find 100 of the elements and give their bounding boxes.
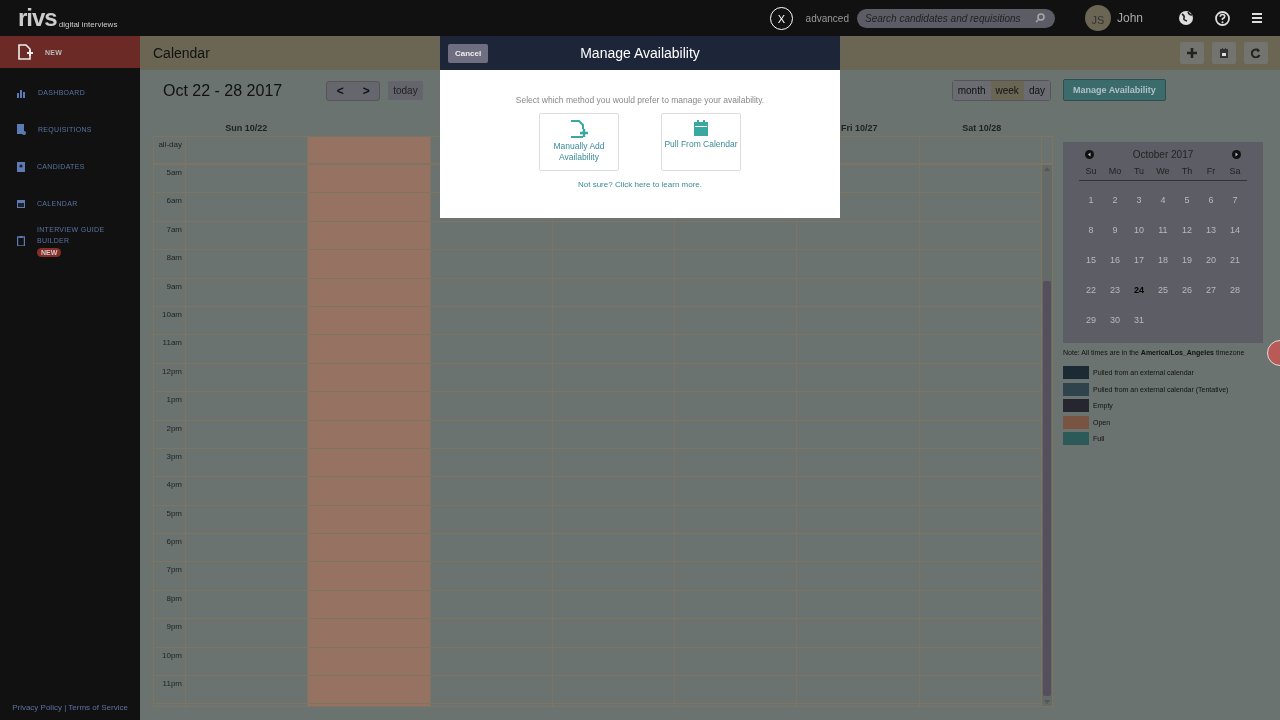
time-label: 3pm	[166, 451, 182, 462]
view-button[interactable]: day	[1023, 81, 1050, 100]
modal-title: Manage Availability	[580, 45, 700, 61]
month-title: October 2017	[1132, 148, 1194, 160]
option-card[interactable]: Pull From Calendar	[661, 113, 741, 171]
weekday-label: We	[1156, 166, 1170, 176]
date-range-title: Oct 22 - 28 2017	[163, 81, 283, 100]
date-cell[interactable]: 6	[1208, 195, 1214, 205]
prev-next-group[interactable]: < >	[326, 80, 381, 101]
date-cell[interactable]: 1	[1088, 195, 1094, 205]
time-label: 8am	[166, 253, 182, 264]
manage-availability-button[interactable]: Manage Availability	[1063, 79, 1166, 101]
next-month-icon[interactable]	[1232, 149, 1241, 159]
weekday-label: Sa	[1229, 166, 1241, 176]
date-cell[interactable]: 4	[1160, 195, 1166, 205]
date-cell[interactable]: 16	[1109, 255, 1120, 265]
date-cell[interactable]: 26	[1181, 285, 1192, 295]
date-cell[interactable]: 29	[1086, 315, 1096, 325]
time-label: 6pm	[166, 537, 182, 548]
day-header: Sat 10/28	[962, 123, 1002, 133]
time-label: 4pm	[166, 480, 182, 491]
search-icon	[1034, 13, 1045, 23]
date-cell[interactable]: 12	[1181, 225, 1192, 235]
date-cell[interactable]: 13	[1205, 225, 1216, 235]
globe-icon[interactable]	[1179, 11, 1193, 25]
view-button[interactable]: month	[952, 81, 991, 100]
day-header: Sun 10/22	[225, 123, 268, 133]
calendar-button[interactable]	[1212, 42, 1236, 64]
document-icon	[17, 124, 26, 135]
date-cell[interactable]: 17	[1133, 255, 1144, 265]
search-field[interactable]: Search candidates and requisitions	[856, 8, 1055, 28]
date-cell[interactable]: 24	[1133, 285, 1144, 295]
page-title: Calendar	[153, 45, 210, 61]
calendar-icon	[17, 199, 25, 208]
cancel-button[interactable]: Cancel	[448, 44, 489, 63]
option-card[interactable]: Manually Add Availability	[539, 113, 619, 171]
time-label: 5am	[166, 168, 182, 178]
date-cell[interactable]: 14	[1229, 225, 1240, 235]
menu-icon[interactable]	[1252, 13, 1262, 23]
date-cell[interactable]: 28	[1229, 285, 1240, 295]
time-label: 7am	[166, 224, 182, 235]
logo-tagline: digital interviews	[58, 20, 118, 29]
time-label: 5pm	[166, 508, 182, 519]
time-label: 10am	[162, 309, 182, 320]
next-button[interactable]: >	[353, 81, 380, 100]
weekday-label: Th	[1181, 166, 1193, 176]
instruction-text: Select which method you would prefer to manage your availability.	[515, 95, 765, 105]
add-button[interactable]	[1180, 42, 1204, 64]
date-cell[interactable]: 23	[1109, 285, 1120, 295]
calendar-icon	[694, 120, 708, 136]
date-cell[interactable]: 25	[1157, 285, 1168, 295]
logo: rivs	[18, 7, 57, 29]
date-cell[interactable]: 15	[1086, 255, 1096, 265]
footer-links[interactable]: Privacy Policy | Terms of Service	[0, 703, 140, 720]
weekday-label: Fr	[1206, 166, 1216, 176]
time-label: 11am	[162, 338, 182, 349]
date-cell[interactable]: 8	[1088, 225, 1094, 235]
date-cell[interactable]: 7	[1232, 195, 1238, 205]
file-plus-icon	[17, 44, 33, 60]
bar-chart-icon	[17, 87, 26, 98]
refresh-icon	[1251, 48, 1261, 58]
date-cell[interactable]: 18	[1157, 255, 1168, 265]
date-cell[interactable]: 11	[1158, 225, 1168, 235]
date-cell[interactable]: 5	[1184, 195, 1190, 205]
date-cell[interactable]: 27	[1205, 285, 1216, 295]
file-plus-icon	[570, 120, 588, 138]
clipboard-icon	[17, 235, 25, 246]
refresh-button[interactable]	[1244, 42, 1268, 64]
date-cell[interactable]: 2	[1112, 195, 1118, 205]
today-button[interactable]: today	[388, 81, 423, 100]
date-cell[interactable]: 30	[1109, 315, 1120, 325]
date-cell[interactable]: 21	[1229, 255, 1240, 265]
weekday-label: Mo	[1108, 166, 1122, 176]
help-icon[interactable]	[1215, 10, 1230, 26]
advanced-search-link[interactable]: advanced	[805, 12, 849, 24]
date-cell[interactable]: 31	[1133, 315, 1144, 325]
time-label: 2pm	[166, 423, 182, 434]
time-label: 6am	[166, 196, 182, 207]
weekday-label: Su	[1085, 166, 1097, 176]
view-button[interactable]: week	[990, 81, 1024, 100]
time-label: 8pm	[166, 593, 182, 604]
date-cell[interactable]: 10	[1133, 225, 1144, 235]
time-label: 12pm	[162, 366, 182, 377]
learn-more-link[interactable]: Not sure? Click here to learn more.	[577, 180, 703, 189]
contact-card-icon	[17, 161, 25, 172]
date-cell[interactable]: 22	[1086, 285, 1096, 295]
time-label: 11pm	[162, 679, 182, 690]
user-name[interactable]: John	[1116, 11, 1143, 25]
calendar-icon	[1220, 48, 1228, 58]
weekday-label: Tu	[1133, 166, 1145, 176]
time-label: 10pm	[162, 650, 182, 661]
time-label: 9am	[166, 281, 182, 292]
date-cell[interactable]: 3	[1136, 195, 1142, 205]
day-header: Fri 10/27	[840, 123, 878, 133]
previous-month-icon[interactable]	[1085, 149, 1094, 159]
date-cell[interactable]: 20	[1205, 255, 1216, 265]
previous-button[interactable]: <	[327, 81, 354, 100]
date-cell[interactable]: 19	[1181, 255, 1192, 265]
time-label: 9pm	[166, 622, 182, 633]
date-cell[interactable]: 9	[1112, 225, 1118, 235]
